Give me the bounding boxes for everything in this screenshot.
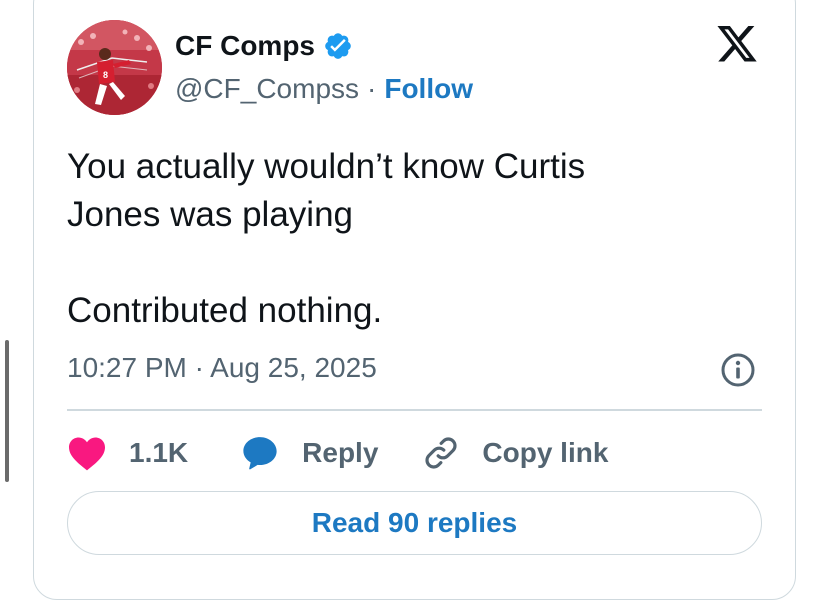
- tweet-line: Contributed nothing.: [67, 291, 383, 330]
- author-name-row: CF Comps: [175, 30, 353, 62]
- speech-bubble-icon: [240, 434, 280, 472]
- tweet-line: You actually wouldn’t know Curtis: [67, 147, 586, 186]
- copy-link-button[interactable]: Copy link: [422, 434, 608, 472]
- read-replies-label: Read 90 replies: [311, 507, 518, 538]
- tweet-line: Jones was playing: [67, 195, 353, 234]
- verified-badge-icon: [323, 31, 353, 61]
- reply-label: Reply: [302, 437, 379, 468]
- heart-icon: [67, 435, 107, 471]
- football-player-avatar: 8: [67, 20, 162, 115]
- like-count: 1.1K: [129, 437, 189, 468]
- divider: [67, 409, 762, 411]
- svg-text:8: 8: [103, 70, 108, 80]
- link-icon: [422, 434, 460, 472]
- x-logo-icon[interactable]: [715, 26, 759, 66]
- copy-link-label: Copy link: [482, 437, 609, 468]
- reply-button[interactable]: Reply: [240, 434, 378, 472]
- tweet-text: You actually wouldn’t know Curtis Jones …: [67, 143, 747, 335]
- author-name[interactable]: CF Comps: [175, 30, 315, 62]
- info-icon[interactable]: [720, 352, 756, 388]
- author-avatar[interactable]: 8: [67, 20, 162, 115]
- follow-button[interactable]: Follow: [384, 73, 473, 105]
- like-button[interactable]: 1.1K: [67, 435, 188, 471]
- separator-dot: ·: [367, 73, 377, 104]
- author-handle-row: @CF_Compss · Follow: [175, 73, 473, 105]
- read-replies-button[interactable]: Read 90 replies: [67, 491, 762, 555]
- action-bar: 1.1K Reply Copy link: [67, 428, 608, 478]
- scrollbar[interactable]: [5, 340, 9, 482]
- tweet-timestamp[interactable]: 10:27 PM · Aug 25, 2025: [67, 352, 377, 384]
- author-handle[interactable]: @CF_Compss: [175, 73, 359, 105]
